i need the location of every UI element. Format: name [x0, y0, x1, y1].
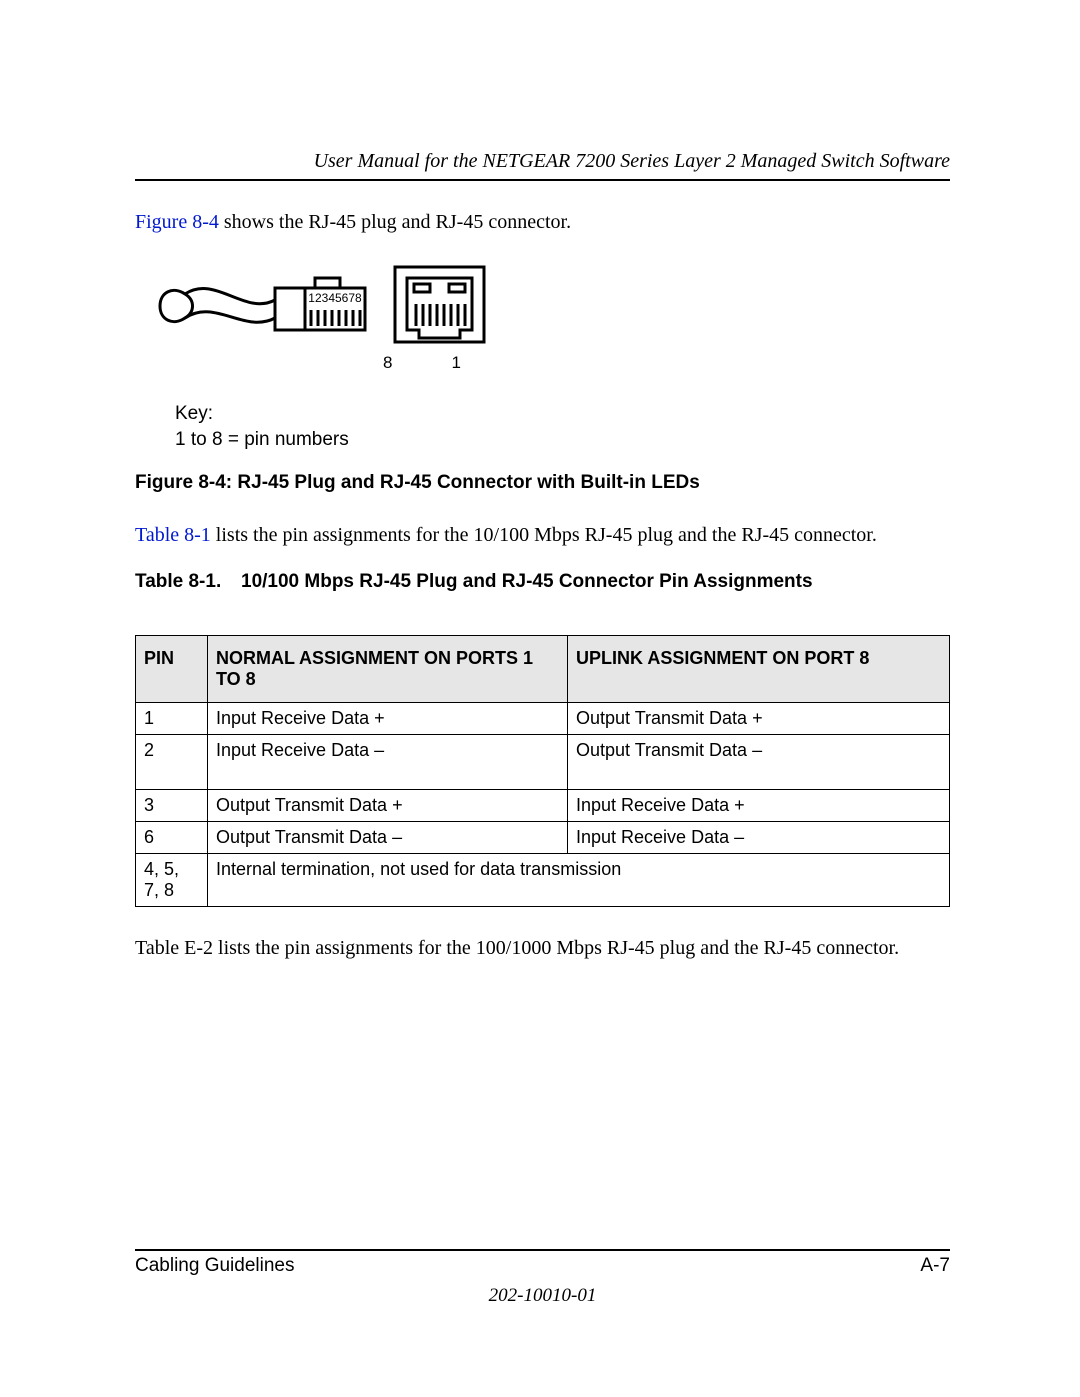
- footer-document-number: 202-10010-01: [135, 1285, 950, 1307]
- col-header-normal: NORMAL ASSIGNMENT ON PORTS 1 TO 8: [208, 636, 568, 703]
- col-header-pin: PIN: [136, 636, 208, 703]
- table-cross-reference: Table 8-1: [135, 524, 211, 546]
- jack-pin-8-label: 8: [383, 353, 392, 373]
- footer-page-number: A-7: [920, 1255, 950, 1277]
- figure-caption: Figure 8-4: RJ-45 Plug and RJ-45 Connect…: [135, 472, 950, 494]
- table-row-span: 4, 5, 7, 8 Internal termination, not use…: [136, 854, 950, 907]
- cell-uplink: Input Receive Data –: [568, 822, 950, 854]
- table-intro-paragraph: Table 8-1 lists the pin assignments for …: [135, 522, 950, 549]
- table-caption: Table 8-1. 10/100 Mbps RJ-45 Plug and RJ…: [135, 571, 950, 593]
- rj45-plug-icon: 12345678: [155, 264, 370, 349]
- cell-normal: Input Receive Data +: [208, 703, 568, 735]
- col-header-uplink: UPLINK ASSIGNMENT ON PORT 8: [568, 636, 950, 703]
- table-row: 1 Input Receive Data + Output Transmit D…: [136, 703, 950, 735]
- plug-pin-numbers: 12345678: [308, 291, 362, 305]
- figure-key: Key: 1 to 8 = pin numbers: [175, 401, 950, 452]
- footer-section-name: Cabling Guidelines: [135, 1255, 295, 1277]
- rj45-jack-icon: [392, 264, 487, 349]
- cell-pin: 3: [136, 790, 208, 822]
- figure-intro-paragraph: Figure 8-4 shows the RJ-45 plug and RJ-4…: [135, 209, 950, 236]
- cell-uplink: Output Transmit Data +: [568, 703, 950, 735]
- table-row: 3 Output Transmit Data + Input Receive D…: [136, 790, 950, 822]
- cell-normal: Output Transmit Data +: [208, 790, 568, 822]
- key-text: 1 to 8 = pin numbers: [175, 427, 950, 453]
- figure-8-4: 12345678: [135, 264, 950, 494]
- cell-normal: Output Transmit Data –: [208, 822, 568, 854]
- cell-pin: 1: [136, 703, 208, 735]
- jack-pin-1-label: 1: [452, 353, 461, 373]
- jack-pin-labels: 8 1: [383, 353, 461, 373]
- cell-span-text: Internal termination, not used for data …: [208, 854, 950, 907]
- cell-pin: 2: [136, 735, 208, 790]
- table-title: 10/100 Mbps RJ-45 Plug and RJ-45 Connect…: [241, 571, 813, 593]
- after-table-paragraph: Table E-2 lists the pin assignments for …: [135, 935, 950, 962]
- figure-intro-rest: shows the RJ-45 plug and RJ-45 connector…: [219, 211, 571, 233]
- cell-pin: 6: [136, 822, 208, 854]
- table-row: 6 Output Transmit Data – Input Receive D…: [136, 822, 950, 854]
- figure-cross-reference: Figure 8-4: [135, 211, 219, 233]
- table-header-row: PIN NORMAL ASSIGNMENT ON PORTS 1 TO 8 UP…: [136, 636, 950, 703]
- page: User Manual for the NETGEAR 7200 Series …: [0, 0, 1080, 1397]
- table-label: Table 8-1.: [135, 571, 241, 593]
- cell-uplink: Output Transmit Data –: [568, 735, 950, 790]
- cell-uplink: Input Receive Data +: [568, 790, 950, 822]
- cell-pin: 4, 5, 7, 8: [136, 854, 208, 907]
- pin-assignment-table: PIN NORMAL ASSIGNMENT ON PORTS 1 TO 8 UP…: [135, 635, 950, 907]
- key-heading: Key:: [175, 401, 950, 427]
- footer-row: Cabling Guidelines A-7: [135, 1249, 950, 1277]
- running-header: User Manual for the NETGEAR 7200 Series …: [135, 150, 950, 181]
- diagram-row: 12345678: [155, 264, 950, 349]
- table-row: 2 Input Receive Data – Output Transmit D…: [136, 735, 950, 790]
- cell-normal: Input Receive Data –: [208, 735, 568, 790]
- page-footer: Cabling Guidelines A-7 202-10010-01: [135, 1249, 950, 1307]
- table-intro-rest: lists the pin assignments for the 10/100…: [211, 524, 877, 546]
